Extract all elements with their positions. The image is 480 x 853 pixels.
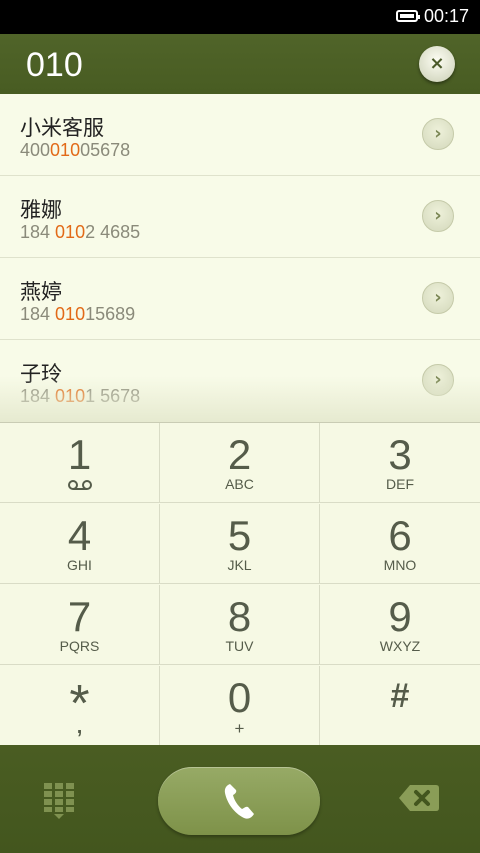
dial-keypad: 1 2 ABC 3 DEF 4 GHI 5 JKL 6 MNO 7 PQRS 8…: [0, 422, 480, 746]
key-letters: +: [234, 719, 245, 738]
close-icon: ×: [429, 53, 445, 74]
key-digit: 5: [227, 512, 252, 559]
chevron-right-icon[interactable]: ›: [422, 200, 454, 232]
key-letters: MNO: [383, 557, 417, 573]
contact-results-list: 小米客服 40001005678 › 雅娜 184 0102 4685 › 燕婷…: [0, 94, 480, 422]
contact-number: 184 01015689: [20, 304, 136, 324]
key-6[interactable]: 6 MNO: [320, 504, 480, 584]
bottom-action-bar: [0, 745, 480, 853]
clear-button[interactable]: ×: [419, 46, 455, 82]
number-match-highlight: 010: [55, 386, 86, 406]
contact-row[interactable]: 小米客服 40001005678 ›: [0, 94, 480, 176]
chevron-right-icon[interactable]: ›: [422, 364, 454, 396]
key-digit: 1: [67, 431, 92, 478]
key-letters: JKL: [227, 557, 252, 573]
contact-number: 40001005678: [20, 140, 131, 160]
contact-number: 184 0102 4685: [20, 222, 141, 242]
dialed-number-input[interactable]: 010: [26, 46, 83, 85]
battery-icon: [396, 10, 420, 22]
key-letters: WXYZ: [379, 638, 421, 654]
voicemail-icon: [68, 480, 92, 490]
key-digit: 9: [388, 593, 412, 640]
contact-row[interactable]: 燕婷 184 01015689 ›: [0, 258, 480, 340]
backspace-icon[interactable]: [398, 783, 440, 813]
key-2[interactable]: 2 ABC: [160, 423, 320, 503]
number-match-highlight: 010: [55, 222, 86, 242]
dialpad-icon[interactable]: [42, 781, 76, 821]
key-4[interactable]: 4 GHI: [0, 504, 160, 584]
key-letters: TUV: [225, 638, 254, 654]
key-1[interactable]: 1: [0, 423, 160, 503]
status-time: 00:17: [424, 6, 470, 26]
contact-row[interactable]: 雅娜 184 0102 4685 ›: [0, 176, 480, 258]
key-0[interactable]: 0 +: [160, 666, 320, 746]
key-8[interactable]: 8 TUV: [160, 585, 320, 665]
key-5[interactable]: 5 JKL: [160, 504, 320, 584]
number-match-highlight: 010: [50, 140, 81, 160]
dial-header: 010 ×: [0, 34, 480, 94]
chevron-right-icon[interactable]: ›: [422, 282, 454, 314]
key-letters: GHI: [67, 557, 92, 573]
status-bar: 00:17: [0, 0, 480, 34]
chevron-right-icon[interactable]: ›: [422, 118, 454, 150]
key-letters: ABC: [225, 476, 254, 492]
key-digit: 8: [227, 593, 252, 640]
key-digit: #: [390, 677, 410, 715]
key-letters: PQRS: [59, 638, 100, 654]
contact-name: 雅娜: [20, 198, 62, 222]
key-digit: 7: [67, 593, 92, 640]
key-digit: 2: [227, 431, 252, 478]
key-letters: ,: [76, 716, 83, 738]
key-digit: 3: [388, 431, 412, 478]
key-hash[interactable]: #: [320, 666, 480, 746]
call-button[interactable]: [158, 767, 320, 835]
key-star[interactable]: * ,: [0, 666, 160, 746]
key-letters: DEF: [386, 476, 414, 492]
contact-row[interactable]: 子玲 184 0101 5678 ›: [0, 340, 480, 422]
key-digit: 0: [227, 674, 252, 721]
contact-number: 184 0101 5678: [20, 386, 141, 406]
key-7[interactable]: 7 PQRS: [0, 585, 160, 665]
key-9[interactable]: 9 WXYZ: [320, 585, 480, 665]
contact-name: 子玲: [20, 362, 62, 386]
contact-name: 小米客服: [20, 116, 104, 140]
contact-name: 燕婷: [20, 280, 62, 304]
phone-icon: [224, 784, 254, 819]
key-3[interactable]: 3 DEF: [320, 423, 480, 503]
number-match-highlight: 010: [55, 304, 86, 324]
key-digit: 4: [67, 512, 92, 559]
key-digit: 6: [388, 512, 412, 559]
